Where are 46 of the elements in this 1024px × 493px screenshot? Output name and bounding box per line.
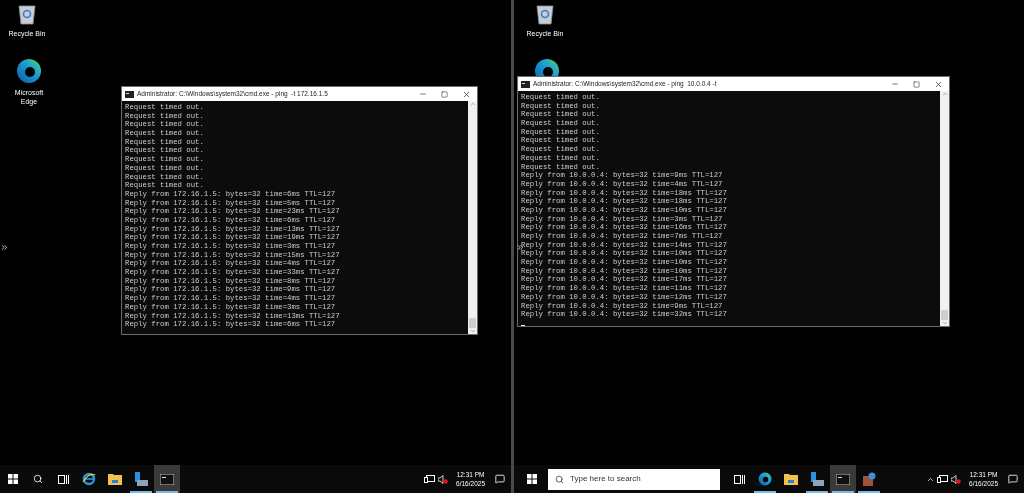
server-icon <box>810 472 824 486</box>
recycle-bin-icon <box>17 3 37 25</box>
task-view-icon <box>57 474 69 484</box>
notification-icon[interactable] <box>1008 474 1018 484</box>
maximize-icon[interactable] <box>913 80 920 88</box>
windows-logo-icon <box>526 474 537 484</box>
search-field[interactable]: Type here to search <box>548 468 720 490</box>
running-indicator <box>754 491 776 493</box>
edge-icon <box>16 58 42 84</box>
running-indicator <box>858 491 880 493</box>
running-indicator <box>806 491 828 493</box>
network-icon[interactable] <box>424 474 436 484</box>
search-input[interactable]: Type here to search <box>570 473 710 485</box>
connection-bar-icon[interactable] <box>0 243 9 252</box>
search-icon <box>555 474 564 484</box>
browser-icon <box>82 472 96 486</box>
scroll-thumb[interactable] <box>941 310 948 320</box>
console-icon <box>521 80 530 88</box>
folder-icon <box>108 473 122 485</box>
server-icon <box>134 472 148 486</box>
running-indicator <box>130 491 152 493</box>
windows-logo-icon <box>7 474 18 484</box>
taskbar-app-button[interactable] <box>154 465 180 493</box>
console-icon <box>160 473 174 485</box>
console-icon <box>125 90 134 98</box>
running-indicator <box>156 491 178 493</box>
search-icon <box>32 474 43 484</box>
scroll-thumb[interactable] <box>469 318 476 328</box>
folder-icon <box>784 473 798 485</box>
console-icon <box>836 473 850 485</box>
edge-icon <box>758 472 772 486</box>
maximize-icon[interactable] <box>441 90 448 98</box>
recycle-bin-icon <box>535 3 555 25</box>
cursor <box>521 324 525 326</box>
scrollbar[interactable] <box>468 101 477 334</box>
volume-muted-icon[interactable] <box>951 474 962 484</box>
task-view-icon <box>733 474 745 484</box>
close-icon[interactable] <box>934 79 943 89</box>
scrollbar[interactable] <box>940 91 949 326</box>
volume-muted-icon[interactable] <box>438 474 449 484</box>
running-indicator <box>832 491 854 493</box>
network-icon[interactable] <box>937 474 949 484</box>
close-icon[interactable] <box>462 89 471 99</box>
package-icon <box>862 472 876 486</box>
taskbar-app-button[interactable] <box>830 465 856 493</box>
notification-icon[interactable] <box>495 474 505 484</box>
